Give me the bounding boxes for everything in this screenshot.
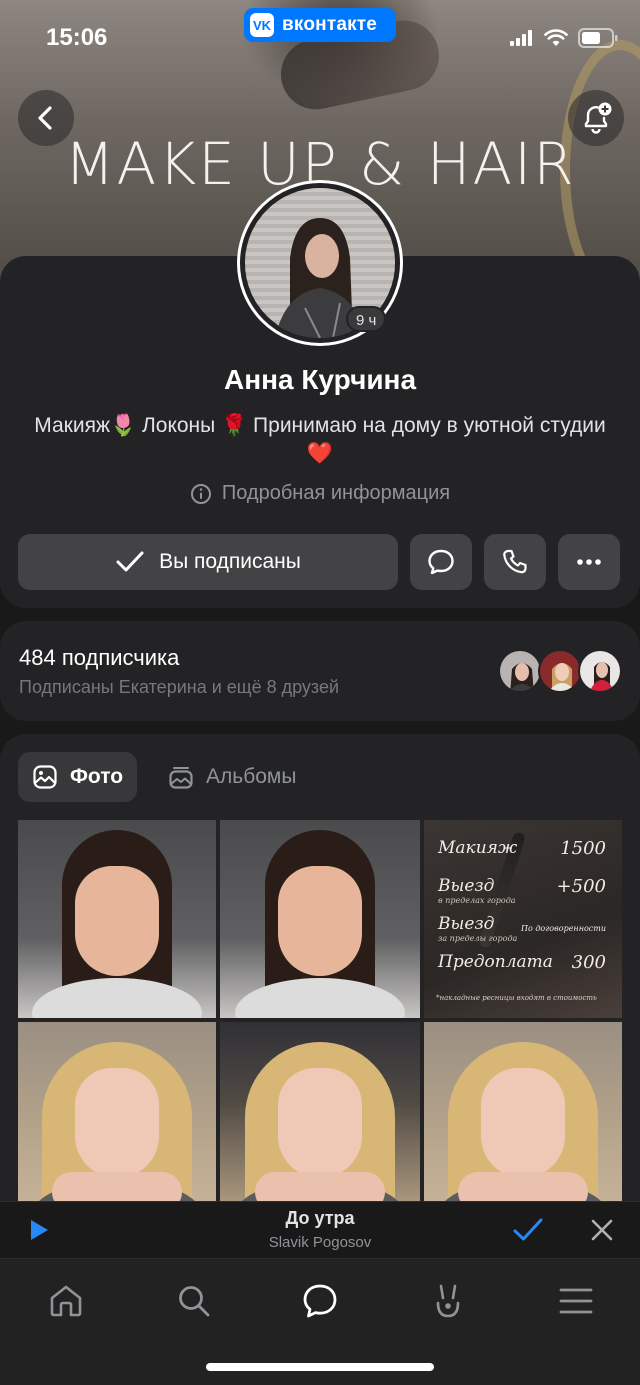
price-value: +500 [556, 876, 606, 897]
back-button[interactable] [18, 90, 74, 146]
signal-icon [510, 30, 532, 46]
price-row: Выезд в пределах города +500 [436, 876, 610, 914]
price-row: Макияж 1500 [436, 838, 610, 876]
avatar [578, 649, 622, 693]
avatar [538, 649, 582, 693]
price-value: 300 [571, 952, 606, 973]
nav-clips[interactable] [418, 1277, 478, 1325]
more-dots-icon [577, 559, 601, 565]
price-value: По договоренности [521, 924, 606, 933]
close-icon[interactable] [590, 1218, 614, 1242]
price-note: *накладные ресницы входят в стоимость [436, 994, 597, 1002]
photos-section: Фото Альбомы Макияж 1500 Выезд в предела… [0, 734, 640, 1254]
app-badge[interactable]: VK вконтакте [244, 8, 396, 42]
albums-icon [169, 767, 193, 789]
price-value: 1500 [560, 838, 606, 859]
followers-card[interactable]: 484 подписчика Подписаны Екатерина и ещё… [0, 621, 640, 721]
menu-icon [559, 1288, 593, 1314]
message-bubble-icon [428, 549, 454, 575]
subscribed-button[interactable]: Вы подписаны [18, 534, 398, 590]
mini-player[interactable]: До утра Slavik Pogosov [0, 1201, 640, 1257]
track-artist: Slavik Pogosov [268, 1234, 372, 1251]
call-button[interactable] [484, 534, 546, 590]
price-row: Выезд за пределы города По договоренност… [436, 914, 610, 952]
profile-name: Анна Курчина [223, 364, 417, 395]
phone-icon [503, 549, 527, 574]
more-button[interactable] [558, 534, 620, 590]
price-label: Выезд [438, 876, 495, 896]
details-label: Подробная информация [221, 482, 451, 504]
avatar [498, 649, 542, 693]
story-age-badge: 9 ч [346, 306, 387, 332]
price-row: Предоплата 300 [436, 952, 610, 990]
vk-logo-icon: VK [250, 13, 274, 37]
photo-grid: Макияж 1500 Выезд в пределах города +500… [18, 820, 622, 1220]
info-icon [190, 483, 211, 504]
followers-count: 484 подписчика [19, 645, 180, 670]
home-indicator [206, 1363, 434, 1371]
status-time: 15:06 [46, 24, 108, 51]
tab-photos-label: Фото [70, 765, 124, 788]
tab-photos[interactable]: Фото [18, 752, 138, 802]
friend-avatars [498, 649, 622, 693]
profile-bio: Макияж🌷 Локоны 🌹 Принимаю на дому в уютн… [34, 414, 606, 465]
price-sublabel: в пределах города [438, 896, 516, 905]
subscribed-label: Вы подписаны [159, 550, 301, 573]
clips-icon [436, 1284, 460, 1318]
price-label: Макияж [438, 838, 518, 858]
messenger-icon [303, 1284, 337, 1318]
tab-albums[interactable]: Альбомы [154, 752, 310, 802]
nav-messenger[interactable] [290, 1277, 350, 1325]
checkmark-icon[interactable] [512, 1216, 544, 1244]
photo-tile[interactable] [220, 820, 420, 1018]
checkmark-icon [116, 551, 144, 572]
chevron-left-icon [38, 106, 52, 130]
nav-menu[interactable] [546, 1277, 606, 1325]
price-label: Предоплата [438, 952, 553, 972]
photo-tile[interactable] [18, 820, 216, 1018]
photo-tile[interactable] [220, 1022, 420, 1220]
app-badge-label: вконтакте [282, 14, 378, 35]
message-button[interactable] [410, 534, 472, 590]
status-icons [510, 28, 618, 48]
nav-home[interactable] [36, 1277, 96, 1325]
photo-tile-price-list[interactable]: Макияж 1500 Выезд в пределах города +500… [424, 820, 622, 1018]
notifications-button[interactable] [568, 90, 624, 146]
home-icon [50, 1285, 82, 1317]
bell-plus-icon [584, 102, 612, 134]
price-label: Выезд [438, 914, 495, 934]
nav-search[interactable] [164, 1277, 224, 1325]
profile-actions: Вы подписаны [18, 534, 620, 590]
wifi-icon [544, 29, 568, 46]
followers-friends: Подписаны Екатерина и ещё 8 друзей [19, 677, 340, 697]
price-sublabel: за пределы города [438, 934, 518, 943]
battery-icon [578, 28, 618, 48]
search-icon [179, 1286, 210, 1317]
tab-albums-label: Альбомы [206, 765, 297, 788]
details-link[interactable]: Подробная информация [0, 482, 640, 505]
photo-tile[interactable] [424, 1022, 622, 1220]
photo-tile[interactable] [18, 1022, 216, 1220]
image-icon [33, 765, 57, 789]
track-title: До утра [285, 1208, 355, 1228]
